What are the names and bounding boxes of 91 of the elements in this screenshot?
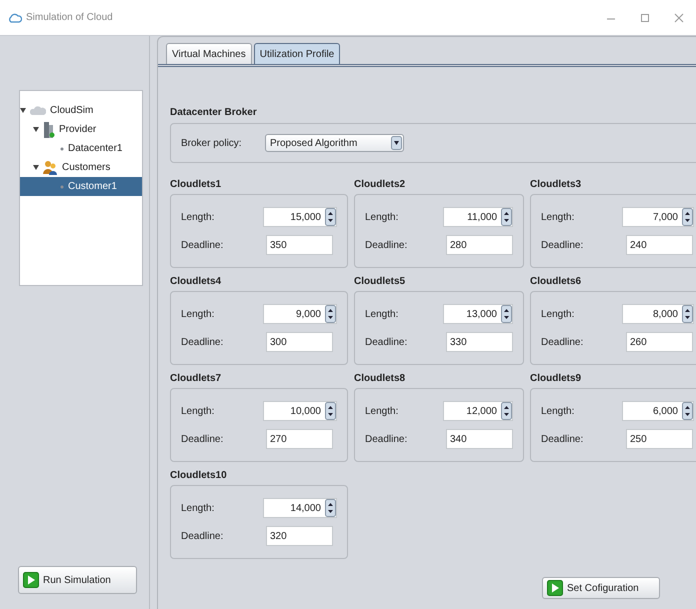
cloud-icon: [30, 106, 46, 115]
group-title: Cloudlets1: [170, 178, 222, 192]
field-label: Deadline:: [365, 238, 408, 252]
window-title: Simulation of Cloud: [26, 11, 113, 25]
length-spinner[interactable]: 11,000: [443, 207, 513, 227]
length-spinner[interactable]: 12,000: [443, 401, 513, 421]
spinner-arrows-icon[interactable]: [325, 402, 336, 420]
field-label: Length:: [181, 502, 216, 516]
tree-item[interactable]: Customers: [20, 158, 142, 177]
run-simulation-button[interactable]: Run Simulation: [18, 566, 137, 594]
deadline-field[interactable]: 270: [266, 429, 333, 449]
field-label: Deadline:: [181, 336, 224, 350]
spinner-arrows-icon[interactable]: [501, 402, 512, 420]
field-label: Deadline:: [541, 336, 584, 350]
expand-arrow-icon[interactable]: [33, 127, 39, 132]
tree-label: Customer1: [68, 180, 117, 194]
group-title: Cloudlets9: [530, 372, 582, 386]
field-label: Length:: [541, 308, 576, 322]
play-icon: [547, 580, 563, 596]
field-label: Deadline:: [541, 238, 584, 252]
group-title: Cloudlets2: [354, 178, 406, 192]
group-title: Cloudlets4: [170, 275, 222, 289]
spinner-arrows-icon[interactable]: [501, 208, 512, 226]
tree-item[interactable]: Customer1: [20, 177, 142, 196]
field-label: Length:: [365, 308, 400, 322]
field-label: Length:: [181, 308, 216, 322]
group-title: Cloudlets3: [530, 178, 582, 192]
length-spinner[interactable]: 7,000: [622, 207, 694, 227]
tree-label: CloudSim: [50, 104, 94, 118]
length-spinner[interactable]: 6,000: [622, 401, 694, 421]
field-label: Deadline:: [181, 530, 224, 544]
bullet-icon: [60, 184, 64, 188]
deadline-field[interactable]: 330: [446, 332, 513, 352]
deadline-field[interactable]: 260: [626, 332, 693, 352]
tab[interactable]: Virtual Machines: [166, 43, 252, 64]
field-label: Deadline:: [365, 336, 408, 350]
bullet-icon: [60, 146, 64, 150]
field-label: Length:: [181, 210, 216, 224]
deadline-field[interactable]: 320: [266, 526, 333, 546]
server-icon: [43, 122, 55, 138]
group-title: Cloudlets8: [354, 372, 406, 386]
length-spinner[interactable]: 8,000: [622, 304, 694, 324]
people-icon: [43, 160, 58, 175]
close-icon[interactable]: [674, 12, 684, 22]
group-title: Cloudlets10: [170, 469, 228, 483]
spinner-arrows-icon[interactable]: [682, 208, 693, 226]
length-spinner[interactable]: 10,000: [263, 401, 337, 421]
cloud-icon: [8, 12, 22, 22]
length-spinner[interactable]: 13,000: [443, 304, 513, 324]
field-label: Deadline:: [181, 432, 224, 446]
tree-item[interactable]: CloudSim: [20, 101, 142, 120]
set-configuration-button[interactable]: Set Cofiguration: [542, 577, 660, 599]
field-label: Deadline:: [181, 238, 224, 252]
tree-item[interactable]: Datacenter1: [20, 139, 142, 158]
field-label: Length:: [541, 210, 576, 224]
deadline-field[interactable]: 300: [266, 332, 333, 352]
length-spinner[interactable]: 15,000: [263, 207, 337, 227]
broker-policy-dropdown[interactable]: Proposed Algorithm: [265, 134, 404, 152]
spinner-arrows-icon[interactable]: [325, 305, 336, 323]
spinner-arrows-icon[interactable]: [325, 499, 336, 517]
tree-label: Customers: [62, 161, 110, 175]
deadline-field[interactable]: 250: [626, 429, 693, 449]
length-spinner[interactable]: 14,000: [263, 498, 337, 518]
play-icon: [23, 572, 39, 588]
field-label: Length:: [365, 404, 400, 418]
field-label: Length:: [181, 404, 216, 418]
spinner-arrows-icon[interactable]: [682, 305, 693, 323]
spinner-arrows-icon[interactable]: [682, 402, 693, 420]
maximize-icon[interactable]: [640, 12, 650, 22]
deadline-field[interactable]: 340: [446, 429, 513, 449]
group-title: Cloudlets6: [530, 275, 582, 289]
deadline-field[interactable]: 280: [446, 235, 513, 255]
field-label: Length:: [541, 404, 576, 418]
tab[interactable]: Utilization Profile: [254, 43, 340, 64]
group-title: Cloudlets5: [354, 275, 406, 289]
field-label: Length:: [365, 210, 400, 224]
field-label: Broker policy:: [181, 136, 243, 150]
spinner-arrows-icon[interactable]: [501, 305, 512, 323]
tree-label: Datacenter1: [68, 142, 122, 156]
spinner-arrows-icon[interactable]: [325, 208, 336, 226]
section-title: Datacenter Broker: [170, 106, 258, 120]
length-spinner[interactable]: 9,000: [263, 304, 337, 324]
deadline-field[interactable]: 240: [626, 235, 693, 255]
deadline-field[interactable]: 350: [266, 235, 333, 255]
tree-label: Provider: [59, 123, 96, 137]
group-title: Cloudlets7: [170, 372, 222, 386]
expand-arrow-icon[interactable]: [33, 165, 39, 170]
field-label: Deadline:: [541, 432, 584, 446]
tree-item[interactable]: Provider: [20, 120, 142, 139]
expand-arrow-icon[interactable]: [20, 108, 26, 113]
field-label: Deadline:: [365, 432, 408, 446]
